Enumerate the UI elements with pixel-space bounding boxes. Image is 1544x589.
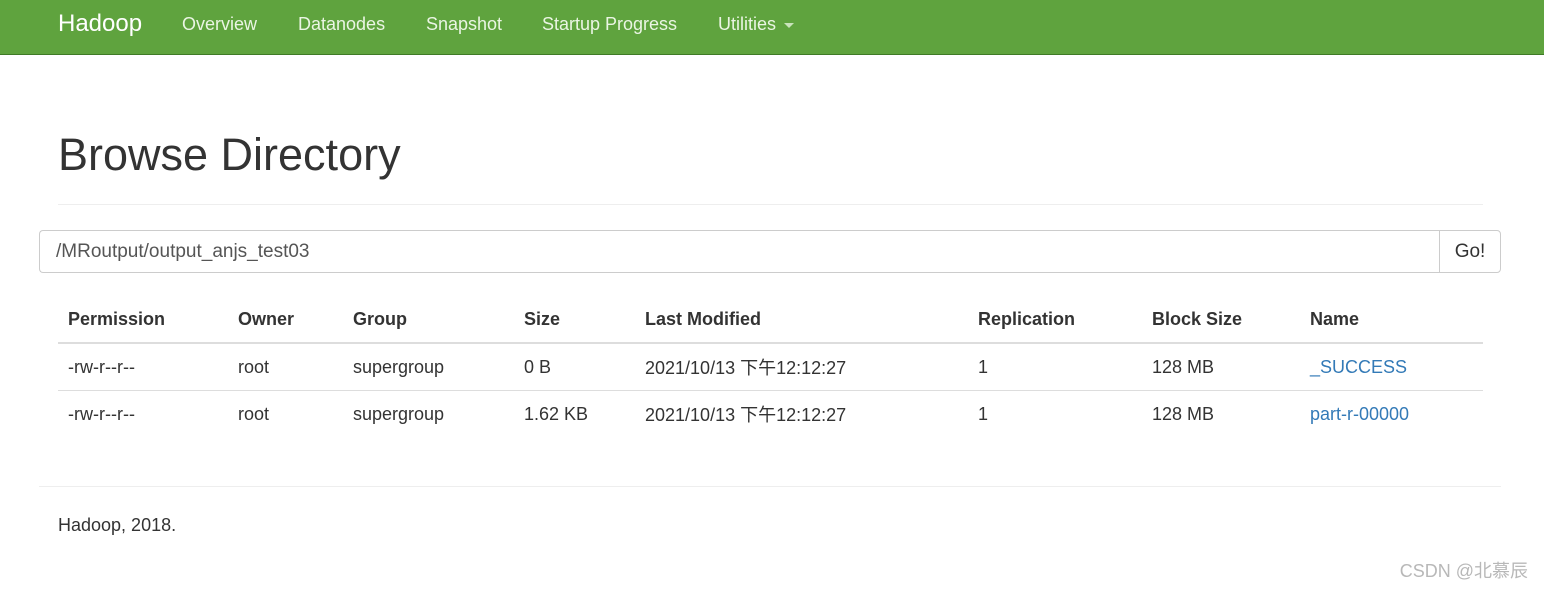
column-header-block-size[interactable]: Block Size	[1142, 297, 1300, 344]
cell-name: part-r-00000	[1300, 391, 1483, 438]
cell-size: 0 B	[514, 343, 635, 391]
page-title: Browse Directory	[58, 129, 401, 180]
nav-overview[interactable]: Overview	[182, 13, 257, 35]
nav-utilities-label: Utilities	[718, 14, 777, 34]
nav-startup-progress[interactable]: Startup Progress	[542, 13, 677, 35]
footer-copyright: Hadoop, 2018.	[58, 515, 177, 535]
column-header-last-modified[interactable]: Last Modified	[635, 297, 968, 344]
caret-down-icon	[784, 22, 795, 28]
nav-utilities-dropdown[interactable]: Utilities	[718, 13, 795, 35]
cell-size: 1.62 KB	[524, 403, 589, 424]
cell-last-modified: 2021/10/13 下午12:12:27	[645, 405, 847, 425]
cell-permission[interactable]: -rw-r--r--	[58, 343, 228, 391]
top-navbar: Hadoop Overview Datanodes Snapshot Start…	[0, 0, 1544, 55]
brand-logo-link[interactable]: Hadoop	[58, 10, 142, 38]
column-header-owner[interactable]: Owner	[228, 297, 343, 344]
cell-last-modified: 2021/10/13 下午12:12:27	[635, 343, 968, 391]
column-header-group[interactable]: Group	[343, 297, 514, 344]
cell-group: supergroup	[343, 343, 514, 391]
column-header-permission[interactable]: Permission	[58, 297, 228, 344]
go-button[interactable]: Go!	[1439, 230, 1501, 273]
cell-name: _SUCCESS	[1300, 343, 1483, 391]
file-link-success[interactable]: _SUCCESS	[1310, 357, 1407, 377]
cell-block-size: 128 MB	[1152, 403, 1215, 424]
cell-group: supergroup	[353, 403, 445, 424]
nav-snapshot[interactable]: Snapshot	[426, 13, 502, 35]
nav-datanodes[interactable]: Datanodes	[298, 13, 385, 35]
column-header-name[interactable]: Name	[1300, 297, 1483, 344]
cell-replication: 1	[978, 403, 989, 424]
cell-block-size: 128 MB	[1142, 343, 1300, 391]
file-link-part-r-00000[interactable]: part-r-00000	[1310, 404, 1409, 424]
path-input-group: Go!	[39, 230, 1501, 273]
cell-replication: 1	[968, 343, 1142, 391]
cell-owner: root	[238, 403, 270, 424]
cell-permission[interactable]: -rw-r--r--	[58, 391, 228, 438]
title-divider	[58, 204, 1483, 205]
table-row: -rw-r--r-- root supergroup 0 B 2021/10/1…	[58, 343, 1483, 391]
cell-owner: root	[228, 343, 343, 391]
column-header-replication[interactable]: Replication	[968, 297, 1142, 344]
directory-table: Permission Owner Group Size Last Modifie…	[58, 297, 1483, 437]
directory-path-input[interactable]	[39, 230, 1439, 273]
column-header-size[interactable]: Size	[514, 297, 635, 344]
table-header-row: Permission Owner Group Size Last Modifie…	[58, 297, 1483, 344]
csdn-watermark: CSDN @北慕辰	[1399, 561, 1528, 581]
footer-divider	[39, 486, 1501, 487]
table-row: -rw-r--r-- root supergroup 1.62 KB 2021/…	[58, 391, 1483, 438]
